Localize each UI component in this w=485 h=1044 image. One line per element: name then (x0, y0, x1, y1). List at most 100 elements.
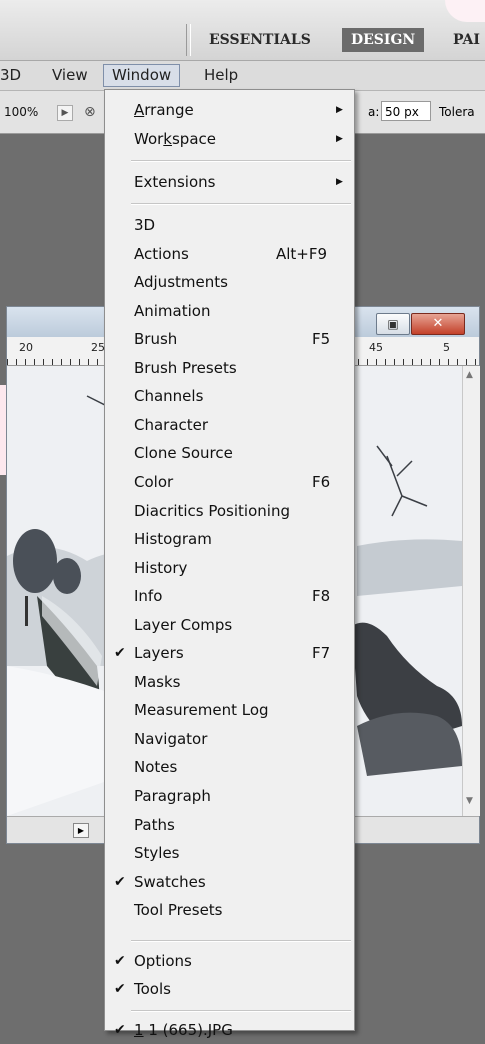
menu-item-history[interactable]: History (106, 554, 353, 582)
menu-item-layer-comps[interactable]: Layer Comps (106, 611, 353, 639)
vertical-scrollbar[interactable]: ▲ ▼ (462, 366, 480, 816)
menu-item-label: Tool Presets (134, 901, 223, 919)
menu-separator (131, 203, 351, 205)
workspace-painting-button[interactable]: PAI (444, 28, 485, 52)
menu-item-label: Arrange (134, 101, 194, 119)
menu-item-navigator[interactable]: Navigator (106, 725, 353, 753)
close-icon[interactable]: ✕ (411, 313, 465, 335)
menu-item-label: Animation (134, 302, 211, 320)
menu-item-paragraph[interactable]: Paragraph (106, 782, 353, 810)
submenu-arrow-icon: ▶ (336, 177, 343, 187)
menu-item-styles[interactable]: Styles (106, 839, 353, 867)
menu-item-label: Swatches (134, 873, 206, 891)
menu-item-options[interactable]: ✔ Options (106, 947, 353, 975)
menu-3d[interactable]: 3D (0, 64, 29, 86)
menu-item-label: 1 1 (665).JPG (134, 1021, 233, 1039)
menu-item-label: Adjustments (134, 273, 228, 291)
menu-item-animation[interactable]: Animation (106, 297, 353, 325)
menu-item-masks[interactable]: Masks (106, 668, 353, 696)
menu-item-label: Character (134, 416, 209, 434)
menu-item-label: Channels (134, 387, 204, 405)
menu-item-shortcut: F8 (312, 587, 331, 605)
size-input[interactable]: 50 px (381, 101, 431, 121)
ruler-label: 20 (19, 341, 33, 354)
menu-item-label: History (134, 559, 188, 577)
menu-item-label: Paths (134, 816, 175, 834)
menu-item-character[interactable]: Character (106, 411, 353, 439)
window-menu: Arrange ▶ Workspace ▶ Extensions ▶ 3D Act… (104, 89, 355, 1039)
menu-item-label: Styles (134, 844, 180, 862)
menu-item-shortcut: Alt+F9 (276, 245, 328, 263)
submenu-arrow-icon: ▶ (336, 134, 343, 144)
menu-item-measurement-log[interactable]: Measurement Log (106, 696, 353, 724)
checkmark-icon: ✔ (114, 1022, 126, 1038)
menu-item-shortcut: F5 (312, 330, 331, 348)
menu-item-label: Workspace (134, 130, 216, 148)
menu-item-label: Notes (134, 758, 178, 776)
menu-help[interactable]: Help (196, 64, 246, 86)
menu-item-swatches[interactable]: ✔ Swatches (106, 868, 353, 896)
menu-item-layers[interactable]: ✔ Layers F7 (106, 639, 353, 667)
zoom-arrow-icon[interactable]: ▶ (57, 105, 73, 121)
menu-item-diacritics-positioning[interactable]: Diacritics Positioning (106, 497, 353, 525)
menu-item-label: Layers (134, 644, 184, 662)
menu-item-color[interactable]: Color F6 (106, 468, 353, 496)
scroll-down-icon[interactable]: ▼ (466, 796, 473, 806)
menu-item-label: Brush (134, 330, 178, 348)
menu-item-info[interactable]: Info F8 (106, 582, 353, 610)
airbrush-icon[interactable]: ⊗ (84, 104, 96, 120)
menu-item-label: Clone Source (134, 444, 233, 462)
zoom-value: 100% (4, 105, 39, 119)
menu-item-adjustments[interactable]: Adjustments (106, 268, 353, 296)
menu-item-clone-source[interactable]: Clone Source (106, 439, 353, 467)
ruler-label: 45 (369, 341, 383, 354)
menu-item-tool-presets[interactable]: Tool Presets (106, 896, 353, 924)
menu-item-label: Tools (134, 980, 171, 998)
tolerance-label: Tolera (439, 105, 475, 119)
menu-item-histogram[interactable]: Histogram (106, 525, 353, 553)
workspace-essentials-button[interactable]: ESSENTIALS (200, 28, 320, 52)
menu-item-label: Info (134, 587, 163, 605)
menu-item-document[interactable]: ✔ 1 1 (665).JPG (106, 1016, 353, 1044)
menu-separator (131, 940, 351, 942)
workspace-divider (186, 24, 191, 56)
field-label: a: (368, 105, 380, 119)
menu-item-label: Histogram (134, 530, 212, 548)
menu-view[interactable]: View (44, 64, 96, 86)
workspace-bar: ESSENTIALS DESIGN PAI (0, 0, 485, 61)
menu-item-brush[interactable]: Brush F5 (106, 325, 353, 353)
menu-item-label: Paragraph (134, 787, 211, 805)
menu-item-arrange[interactable]: Arrange ▶ (106, 96, 353, 124)
menu-separator (131, 160, 351, 162)
menu-item-label: Navigator (134, 730, 208, 748)
status-menu-arrow-icon[interactable]: ▶ (73, 823, 89, 838)
menu-item-brush-presets[interactable]: Brush Presets (106, 354, 353, 382)
menu-item-3d[interactable]: 3D (106, 211, 353, 239)
ruler-label: 25 (91, 341, 105, 354)
menu-item-label: Actions (134, 245, 189, 263)
menu-item-shortcut: F6 (312, 473, 331, 491)
checkmark-icon: ✔ (114, 953, 126, 969)
menu-item-shortcut: F7 (312, 644, 331, 662)
menu-item-notes[interactable]: Notes (106, 753, 353, 781)
menu-separator (131, 1010, 351, 1012)
checkmark-icon: ✔ (114, 874, 126, 890)
menu-item-extensions[interactable]: Extensions ▶ (106, 168, 353, 196)
menu-item-label: Options (134, 952, 192, 970)
menu-item-label: Brush Presets (134, 359, 237, 377)
workspace-design-button[interactable]: DESIGN (342, 28, 425, 52)
menu-window[interactable]: Window (103, 64, 181, 87)
menu-item-channels[interactable]: Channels (106, 382, 353, 410)
menu-item-actions[interactable]: Actions Alt+F9 (106, 240, 353, 268)
document-index: 1 (134, 1021, 144, 1039)
menu-item-paths[interactable]: Paths (106, 811, 353, 839)
menu-item-label: 3D (134, 216, 156, 234)
restore-icon[interactable]: ▣ (376, 313, 410, 335)
checkmark-icon: ✔ (114, 981, 126, 997)
menu-item-label: Diacritics Positioning (134, 502, 290, 520)
menu-item-workspace[interactable]: Workspace ▶ (106, 125, 353, 153)
menu-item-label: Extensions (134, 173, 216, 191)
menu-item-label: Measurement Log (134, 701, 269, 719)
menu-item-tools[interactable]: ✔ Tools (106, 975, 353, 1003)
scroll-up-icon[interactable]: ▲ (466, 370, 473, 380)
